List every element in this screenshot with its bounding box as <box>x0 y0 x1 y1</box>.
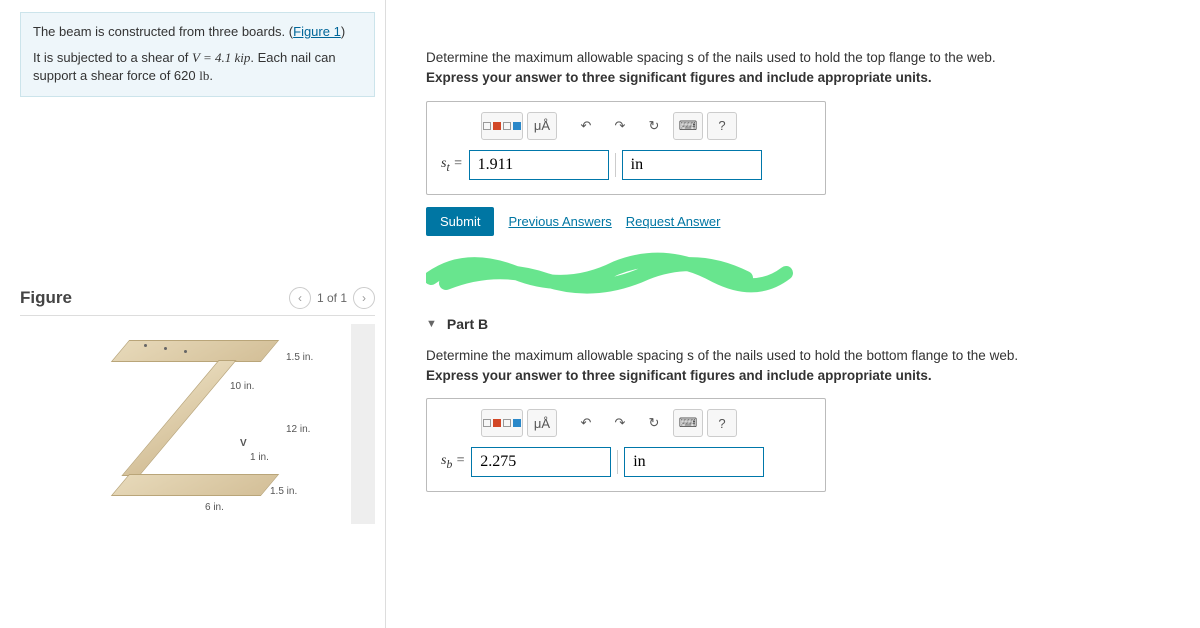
dim-bot-flange-w: 6 in. <box>205 502 224 513</box>
shear-value: V = 4.1 kip <box>192 50 250 65</box>
feedback-scribble <box>426 248 796 298</box>
part-a-var-label: st = <box>441 156 463 174</box>
undo-icon[interactable]: ↶ <box>571 112 601 140</box>
prompt-text-2c: . <box>209 68 213 83</box>
dim-web-t: 1 in. <box>250 452 269 463</box>
pager-next[interactable]: › <box>353 287 375 309</box>
redo-icon[interactable]: ↷ <box>605 112 635 140</box>
templates-button[interactable] <box>481 112 523 140</box>
figure-pager: ‹ 1 of 1 › <box>289 287 375 309</box>
figure-heading: Figure <box>20 288 72 308</box>
reset-icon-b[interactable]: ↻ <box>639 409 669 437</box>
pager-prev[interactable]: ‹ <box>289 287 311 309</box>
submit-button[interactable]: Submit <box>426 207 494 236</box>
part-b-input-panel: μÅ ↶ ↷ ↻ ⌨ ? sb = <box>426 398 826 492</box>
prompt-text-2a: It is subjected to a shear of <box>33 50 192 65</box>
dim-top-flange-t: 1.5 in. <box>286 352 313 363</box>
part-a-question: Determine the maximum allowable spacing … <box>426 48 1180 89</box>
part-b-instruction: Express your answer to three significant… <box>426 366 1180 386</box>
beam-diagram: 1.5 in. 10 in. 12 in. V 1 in. 1.5 in. 6 … <box>100 334 300 514</box>
dim-bot-flange-t: 1.5 in. <box>270 486 297 497</box>
collapse-icon: ▼ <box>426 318 437 330</box>
part-a-prompt: Determine the maximum allowable spacing … <box>426 48 1180 68</box>
part-a-instruction: Express your answer to three significant… <box>426 68 1180 88</box>
keyboard-icon-b[interactable]: ⌨ <box>673 409 703 437</box>
problem-prompt: The beam is constructed from three board… <box>20 12 375 97</box>
part-a-value-input[interactable] <box>469 150 609 180</box>
part-b-unit-input[interactable] <box>624 447 764 477</box>
reset-icon[interactable]: ↻ <box>639 112 669 140</box>
pager-count: 1 of 1 <box>317 291 347 305</box>
redo-icon-b[interactable]: ↷ <box>605 409 635 437</box>
part-b-var-label: sb = <box>441 453 465 471</box>
undo-icon-b[interactable]: ↶ <box>571 409 601 437</box>
help-button[interactable]: ? <box>707 112 737 140</box>
dim-web-h: 12 in. <box>286 424 310 435</box>
part-b-title: Part B <box>447 316 488 332</box>
part-b-value-input[interactable] <box>471 447 611 477</box>
figure-link[interactable]: Figure 1 <box>293 24 341 39</box>
part-b-header[interactable]: ▼ Part B <box>426 316 1180 332</box>
dim-shear-v: V <box>240 438 247 449</box>
keyboard-icon[interactable]: ⌨ <box>673 112 703 140</box>
request-answer-link[interactable]: Request Answer <box>626 214 721 229</box>
part-a-input-panel: μÅ ↶ ↷ ↻ ⌨ ? st = <box>426 101 826 195</box>
prompt-text-1: The beam is constructed from three board… <box>33 24 293 39</box>
prompt-text-1b: ) <box>341 24 345 39</box>
nail-force-unit: lb <box>199 68 209 83</box>
help-button-b[interactable]: ? <box>707 409 737 437</box>
figure-scrollbar[interactable] <box>352 384 362 454</box>
figure-viewport: 1.5 in. 10 in. 12 in. V 1 in. 1.5 in. 6 … <box>20 324 375 524</box>
templates-button-b[interactable] <box>481 409 523 437</box>
part-b-prompt: Determine the maximum allowable spacing … <box>426 346 1180 366</box>
previous-answers-link[interactable]: Previous Answers <box>508 214 611 229</box>
part-b-question: Determine the maximum allowable spacing … <box>426 346 1180 387</box>
units-button-b[interactable]: μÅ <box>527 409 557 437</box>
units-button[interactable]: μÅ <box>527 112 557 140</box>
part-a-unit-input[interactable] <box>622 150 762 180</box>
dim-top-flange-w: 10 in. <box>230 381 254 392</box>
